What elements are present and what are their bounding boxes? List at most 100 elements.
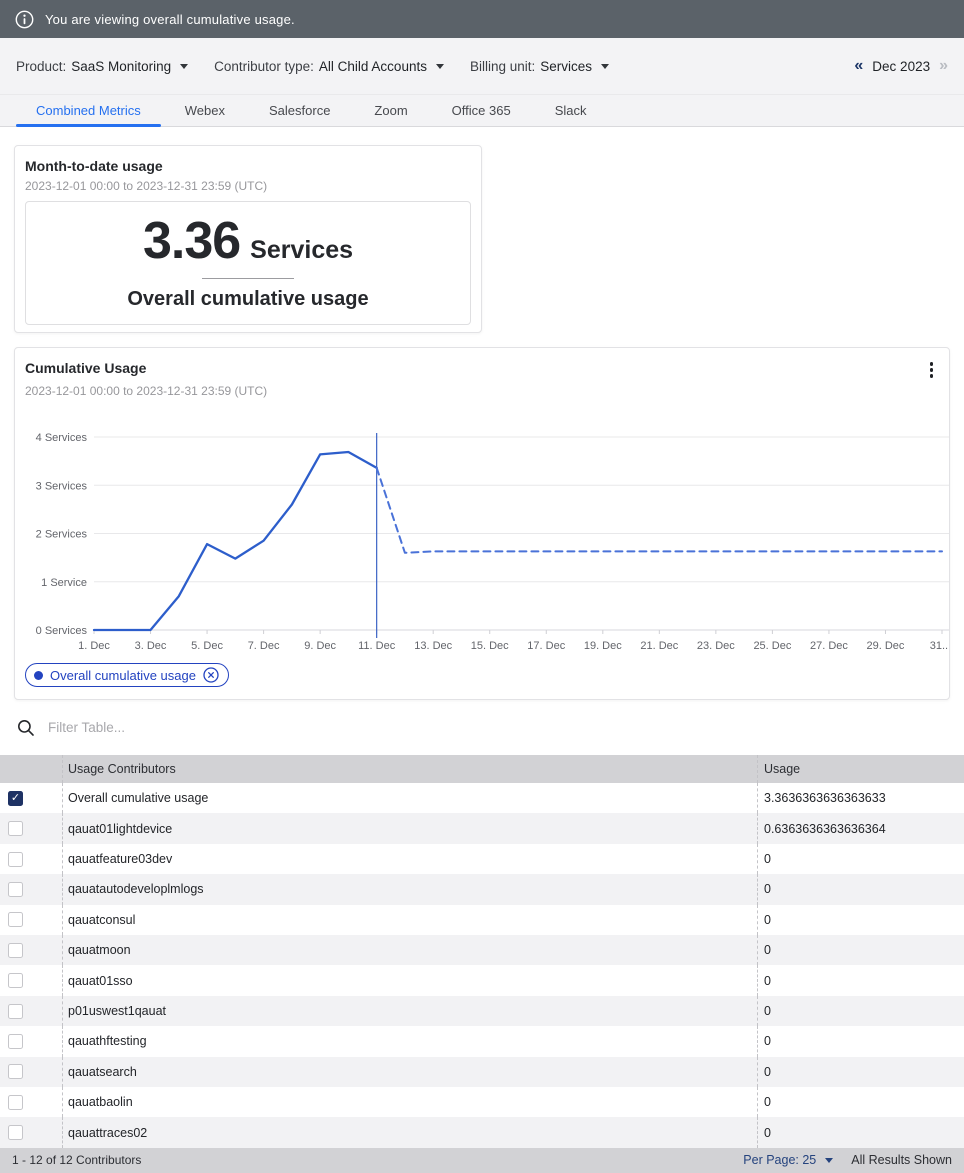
table-row[interactable]: qauatfeature03dev0: [0, 844, 964, 874]
table-search-row: [0, 700, 964, 755]
row-checkbox-cell: ✓: [0, 783, 62, 813]
product-label: Product:: [16, 59, 66, 74]
contributors-count: 1 - 12 of 12 Contributors: [12, 1153, 141, 1167]
contributor-type-value: All Child Accounts: [319, 59, 427, 74]
legend-chip[interactable]: Overall cumulative usage: [25, 663, 229, 687]
row-checkbox[interactable]: [8, 912, 23, 927]
contributor-type-dropdown[interactable]: Contributor type: All Child Accounts: [214, 59, 444, 74]
contributor-usage: 0: [757, 844, 964, 874]
contributor-name: Overall cumulative usage: [62, 783, 757, 813]
tab-combined-metrics[interactable]: Combined Metrics: [14, 95, 163, 126]
contributor-name: qauatbaolin: [62, 1087, 757, 1117]
month-usage-caption: Overall cumulative usage: [127, 288, 368, 311]
tab-office-365[interactable]: Office 365: [430, 95, 533, 126]
month-card-title: Month-to-date usage: [25, 158, 471, 174]
product-value: SaaS Monitoring: [71, 59, 171, 74]
row-checkbox[interactable]: [8, 1004, 23, 1019]
x-axis-label: 17. Dec: [527, 640, 565, 652]
chevron-down-icon: [825, 1158, 833, 1163]
tab-salesforce[interactable]: Salesforce: [247, 95, 352, 126]
tab-webex[interactable]: Webex: [163, 95, 247, 126]
y-axis-label: 2 Services: [36, 529, 88, 541]
x-axis-label: 7. Dec: [248, 640, 280, 652]
contributor-usage: 0: [757, 874, 964, 904]
table-row[interactable]: qauat01sso0: [0, 965, 964, 995]
kebab-menu-icon[interactable]: [924, 360, 940, 380]
table-header: Usage Contributors Usage: [0, 755, 964, 783]
filter-bar: Product: SaaS Monitoring Contributor typ…: [0, 38, 964, 95]
row-checkbox-cell: [0, 965, 62, 995]
row-checkbox[interactable]: [8, 1034, 23, 1049]
contributor-usage: 0: [757, 965, 964, 995]
current-month-label: Dec 2023: [872, 59, 930, 74]
all-results-shown-label: All Results Shown: [851, 1153, 952, 1167]
chart-card-title: Cumulative Usage: [25, 360, 146, 376]
row-checkbox-cell: [0, 905, 62, 935]
x-axis-label: 29. Dec: [867, 640, 905, 652]
tab-slack[interactable]: Slack: [533, 95, 609, 126]
per-page-dropdown[interactable]: Per Page: 25: [743, 1153, 833, 1167]
table-row[interactable]: p01uswest1qauat0: [0, 996, 964, 1026]
prev-month-button[interactable]: «: [854, 57, 863, 75]
table-row[interactable]: qauathftesting0: [0, 1026, 964, 1056]
table-row[interactable]: qauatbaolin0: [0, 1087, 964, 1117]
row-checkbox[interactable]: [8, 1064, 23, 1079]
chart-series-dashed: [377, 468, 942, 553]
x-axis-label: 5. Dec: [191, 640, 223, 652]
product-dropdown[interactable]: Product: SaaS Monitoring: [16, 59, 188, 74]
date-navigation: « Dec 2023 »: [854, 57, 948, 75]
billing-unit-label: Billing unit:: [470, 59, 535, 74]
row-checkbox[interactable]: [8, 943, 23, 958]
row-checkbox[interactable]: ✓: [8, 791, 23, 806]
contributor-name: qauattraces02: [62, 1117, 757, 1147]
main-content: Month-to-date usage 2023-12-01 00:00 to …: [0, 127, 964, 700]
contributor-usage: 0.6363636363636364: [757, 813, 964, 843]
month-usage-value: 3.36: [143, 215, 240, 267]
row-checkbox-cell: [0, 996, 62, 1026]
remove-series-icon[interactable]: [203, 667, 219, 683]
x-axis-label: 27. Dec: [810, 640, 848, 652]
x-axis-label: 15. Dec: [471, 640, 509, 652]
table-row[interactable]: qauatsearch0: [0, 1057, 964, 1087]
table-row[interactable]: qauatautodeveloplmlogs0: [0, 874, 964, 904]
per-page-label: Per Page: 25: [743, 1153, 816, 1167]
row-checkbox[interactable]: [8, 852, 23, 867]
month-usage-box: 3.36 Services Overall cumulative usage: [25, 201, 471, 325]
row-checkbox[interactable]: [8, 821, 23, 836]
x-axis-label: 11. Dec: [358, 640, 396, 652]
banner-message: You are viewing overall cumulative usage…: [45, 12, 295, 27]
y-axis-label: 4 Services: [36, 432, 88, 444]
info-icon: [15, 10, 34, 29]
row-checkbox-cell: [0, 844, 62, 874]
table-row[interactable]: qauatconsul0: [0, 905, 964, 935]
y-axis-label: 0 Services: [36, 625, 88, 637]
contributor-usage: 0: [757, 996, 964, 1026]
filter-table-input[interactable]: [48, 720, 947, 735]
billing-unit-dropdown[interactable]: Billing unit: Services: [470, 59, 609, 74]
contributor-name: qauatfeature03dev: [62, 844, 757, 874]
tab-zoom[interactable]: Zoom: [352, 95, 429, 126]
x-axis-label: 21. Dec: [640, 640, 678, 652]
contributor-usage: 0: [757, 1117, 964, 1147]
row-checkbox-cell: [0, 1087, 62, 1117]
row-checkbox[interactable]: [8, 1095, 23, 1110]
contributor-usage: 0: [757, 905, 964, 935]
contributor-name: qauatconsul: [62, 905, 757, 935]
row-checkbox-cell: [0, 874, 62, 904]
info-banner: You are viewing overall cumulative usage…: [0, 0, 964, 38]
row-checkbox[interactable]: [8, 882, 23, 897]
contributor-usage: 3.3636363636363633: [757, 783, 964, 813]
contributor-usage: 0: [757, 1087, 964, 1117]
table-row[interactable]: qauatmoon0: [0, 935, 964, 965]
table-row[interactable]: qauat01lightdevice0.6363636363636364: [0, 813, 964, 843]
row-checkbox[interactable]: [8, 1125, 23, 1140]
row-checkbox[interactable]: [8, 973, 23, 988]
table-footer: 1 - 12 of 12 Contributors Per Page: 25 A…: [0, 1148, 964, 1173]
x-axis-label: 9. Dec: [304, 640, 336, 652]
chart-card-date-range: 2023-12-01 00:00 to 2023-12-31 23:59 (UT…: [15, 384, 949, 398]
chart-series-solid: [94, 452, 377, 630]
next-month-button[interactable]: »: [939, 57, 948, 75]
table-row[interactable]: ✓ Overall cumulative usage3.3636363636363…: [0, 783, 964, 813]
table-row[interactable]: qauattraces020: [0, 1117, 964, 1147]
x-axis-label: 23. Dec: [697, 640, 735, 652]
